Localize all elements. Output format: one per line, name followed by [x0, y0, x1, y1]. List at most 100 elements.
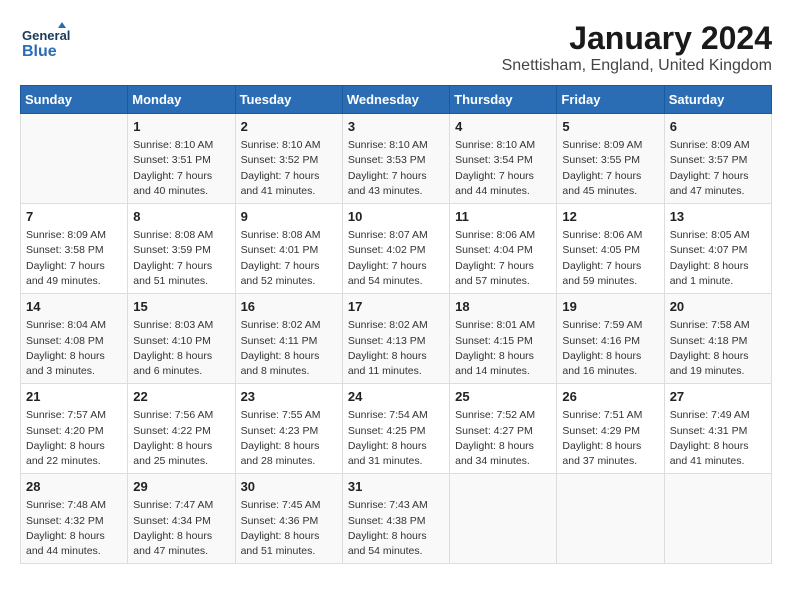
- day-info: Sunrise: 8:02 AM Sunset: 4:11 PM Dayligh…: [241, 318, 337, 379]
- day-info: Sunrise: 7:43 AM Sunset: 4:38 PM Dayligh…: [348, 498, 444, 559]
- day-info: Sunrise: 8:08 AM Sunset: 4:01 PM Dayligh…: [241, 228, 337, 289]
- day-info: Sunrise: 7:52 AM Sunset: 4:27 PM Dayligh…: [455, 408, 551, 469]
- day-info: Sunrise: 8:05 AM Sunset: 4:07 PM Dayligh…: [670, 228, 766, 289]
- day-header: Sunday: [21, 86, 128, 114]
- day-number: 22: [133, 388, 229, 406]
- calendar-cell: 21Sunrise: 7:57 AM Sunset: 4:20 PM Dayli…: [21, 384, 128, 474]
- day-number: 2: [241, 118, 337, 136]
- day-header: Friday: [557, 86, 664, 114]
- day-info: Sunrise: 8:01 AM Sunset: 4:15 PM Dayligh…: [455, 318, 551, 379]
- calendar-cell: 14 Sunrise: 8:04 AM Sunset: 4:08 PM Dayli…: [21, 294, 128, 384]
- day-number: 18: [455, 298, 551, 316]
- day-number: 14: [26, 298, 122, 316]
- calendar-week-row: 28Sunrise: 7:48 AM Sunset: 4:32 PM Dayli…: [21, 474, 772, 564]
- calendar-cell: 5 Sunrise: 8:09 AM Sunset: 3:55 PM Daylig…: [557, 114, 664, 204]
- day-info: Sunrise: 8:08 AM Sunset: 3:59 PM Dayligh…: [133, 228, 229, 289]
- day-info: Sunrise: 7:58 AM Sunset: 4:18 PM Dayligh…: [670, 318, 766, 379]
- day-number: 13: [670, 208, 766, 226]
- calendar-cell: 3 Sunrise: 8:10 AM Sunset: 3:53 PM Daylig…: [342, 114, 449, 204]
- day-info: Sunrise: 7:49 AM Sunset: 4:31 PM Dayligh…: [670, 408, 766, 469]
- day-info: Sunrise: 7:56 AM Sunset: 4:22 PM Dayligh…: [133, 408, 229, 469]
- calendar-cell: 23Sunrise: 7:55 AM Sunset: 4:23 PM Dayli…: [235, 384, 342, 474]
- day-number: 15: [133, 298, 229, 316]
- page-header: General Blue January 2024 Snettisham, En…: [20, 20, 772, 75]
- calendar-cell: 2 Sunrise: 8:10 AM Sunset: 3:52 PM Daylig…: [235, 114, 342, 204]
- calendar-cell: 1Sunrise: 8:10 AM Sunset: 3:51 PM Daylig…: [128, 114, 235, 204]
- calendar-cell: 27 Sunrise: 7:49 AM Sunset: 4:31 PM Dayli…: [664, 384, 771, 474]
- page-title: January 2024: [502, 20, 772, 57]
- day-number: 10: [348, 208, 444, 226]
- logo: General Blue: [20, 20, 70, 65]
- calendar-cell: 6 Sunrise: 8:09 AM Sunset: 3:57 PM Daylig…: [664, 114, 771, 204]
- calendar-week-row: 1Sunrise: 8:10 AM Sunset: 3:51 PM Daylig…: [21, 114, 772, 204]
- day-info: Sunrise: 8:06 AM Sunset: 4:05 PM Dayligh…: [562, 228, 658, 289]
- day-number: 17: [348, 298, 444, 316]
- day-info: Sunrise: 8:03 AM Sunset: 4:10 PM Dayligh…: [133, 318, 229, 379]
- day-number: 31: [348, 478, 444, 496]
- day-info: Sunrise: 7:54 AM Sunset: 4:25 PM Dayligh…: [348, 408, 444, 469]
- svg-text:General: General: [22, 28, 70, 43]
- day-number: 9: [241, 208, 337, 226]
- day-number: 25: [455, 388, 551, 406]
- day-info: Sunrise: 8:02 AM Sunset: 4:13 PM Dayligh…: [348, 318, 444, 379]
- calendar-cell: 26Sunrise: 7:51 AM Sunset: 4:29 PM Dayli…: [557, 384, 664, 474]
- day-info: Sunrise: 8:10 AM Sunset: 3:54 PM Dayligh…: [455, 138, 551, 199]
- calendar-cell: 19 Sunrise: 7:59 AM Sunset: 4:16 PM Dayli…: [557, 294, 664, 384]
- day-header: Saturday: [664, 86, 771, 114]
- day-number: 5: [562, 118, 658, 136]
- day-info: Sunrise: 7:59 AM Sunset: 4:16 PM Dayligh…: [562, 318, 658, 379]
- logo-icon: General Blue: [20, 20, 70, 65]
- calendar-cell: 15 Sunrise: 8:03 AM Sunset: 4:10 PM Dayli…: [128, 294, 235, 384]
- day-info: Sunrise: 7:47 AM Sunset: 4:34 PM Dayligh…: [133, 498, 229, 559]
- calendar-cell: 17 Sunrise: 8:02 AM Sunset: 4:13 PM Dayli…: [342, 294, 449, 384]
- calendar-cell: 28Sunrise: 7:48 AM Sunset: 4:32 PM Dayli…: [21, 474, 128, 564]
- calendar-cell: 29 Sunrise: 7:47 AM Sunset: 4:34 PM Dayli…: [128, 474, 235, 564]
- day-number: 7: [26, 208, 122, 226]
- day-number: 28: [26, 478, 122, 496]
- header-row: SundayMondayTuesdayWednesdayThursdayFrid…: [21, 86, 772, 114]
- calendar-cell: 24 Sunrise: 7:54 AM Sunset: 4:25 PM Dayli…: [342, 384, 449, 474]
- calendar-cell: 9 Sunrise: 8:08 AM Sunset: 4:01 PM Daylig…: [235, 204, 342, 294]
- day-number: 29: [133, 478, 229, 496]
- calendar-cell: [21, 114, 128, 204]
- day-info: Sunrise: 8:06 AM Sunset: 4:04 PM Dayligh…: [455, 228, 551, 289]
- calendar-cell: 13 Sunrise: 8:05 AM Sunset: 4:07 PM Dayli…: [664, 204, 771, 294]
- day-info: Sunrise: 7:51 AM Sunset: 4:29 PM Dayligh…: [562, 408, 658, 469]
- day-number: 19: [562, 298, 658, 316]
- day-number: 11: [455, 208, 551, 226]
- calendar-cell: 8 Sunrise: 8:08 AM Sunset: 3:59 PM Daylig…: [128, 204, 235, 294]
- day-header: Monday: [128, 86, 235, 114]
- svg-text:Blue: Blue: [22, 43, 57, 60]
- calendar-week-row: 21Sunrise: 7:57 AM Sunset: 4:20 PM Dayli…: [21, 384, 772, 474]
- calendar-cell: 30 Sunrise: 7:45 AM Sunset: 4:36 PM Dayli…: [235, 474, 342, 564]
- title-area: January 2024 Snettisham, England, United…: [502, 20, 772, 75]
- day-header: Wednesday: [342, 86, 449, 114]
- day-number: 6: [670, 118, 766, 136]
- calendar-cell: [664, 474, 771, 564]
- day-info: Sunrise: 7:55 AM Sunset: 4:23 PM Dayligh…: [241, 408, 337, 469]
- day-info: Sunrise: 8:10 AM Sunset: 3:52 PM Dayligh…: [241, 138, 337, 199]
- day-number: 8: [133, 208, 229, 226]
- day-info: Sunrise: 7:57 AM Sunset: 4:20 PM Dayligh…: [26, 408, 122, 469]
- day-number: 30: [241, 478, 337, 496]
- calendar-cell: 11 Sunrise: 8:06 AM Sunset: 4:04 PM Dayli…: [450, 204, 557, 294]
- calendar-table: SundayMondayTuesdayWednesdayThursdayFrid…: [20, 85, 772, 564]
- calendar-week-row: 14 Sunrise: 8:04 AM Sunset: 4:08 PM Dayli…: [21, 294, 772, 384]
- day-number: 3: [348, 118, 444, 136]
- calendar-cell: 18 Sunrise: 8:01 AM Sunset: 4:15 PM Dayli…: [450, 294, 557, 384]
- day-info: Sunrise: 8:09 AM Sunset: 3:55 PM Dayligh…: [562, 138, 658, 199]
- calendar-cell: 20Sunrise: 7:58 AM Sunset: 4:18 PM Dayli…: [664, 294, 771, 384]
- day-number: 4: [455, 118, 551, 136]
- day-info: Sunrise: 8:09 AM Sunset: 3:58 PM Dayligh…: [26, 228, 122, 289]
- day-info: Sunrise: 8:10 AM Sunset: 3:53 PM Dayligh…: [348, 138, 444, 199]
- calendar-cell: 16 Sunrise: 8:02 AM Sunset: 4:11 PM Dayli…: [235, 294, 342, 384]
- day-header: Thursday: [450, 86, 557, 114]
- day-info: Sunrise: 8:09 AM Sunset: 3:57 PM Dayligh…: [670, 138, 766, 199]
- calendar-week-row: 7 Sunrise: 8:09 AM Sunset: 3:58 PM Daylig…: [21, 204, 772, 294]
- day-number: 27: [670, 388, 766, 406]
- day-number: 24: [348, 388, 444, 406]
- calendar-cell: 12Sunrise: 8:06 AM Sunset: 4:05 PM Dayli…: [557, 204, 664, 294]
- day-info: Sunrise: 7:45 AM Sunset: 4:36 PM Dayligh…: [241, 498, 337, 559]
- day-number: 16: [241, 298, 337, 316]
- day-info: Sunrise: 8:04 AM Sunset: 4:08 PM Dayligh…: [26, 318, 122, 379]
